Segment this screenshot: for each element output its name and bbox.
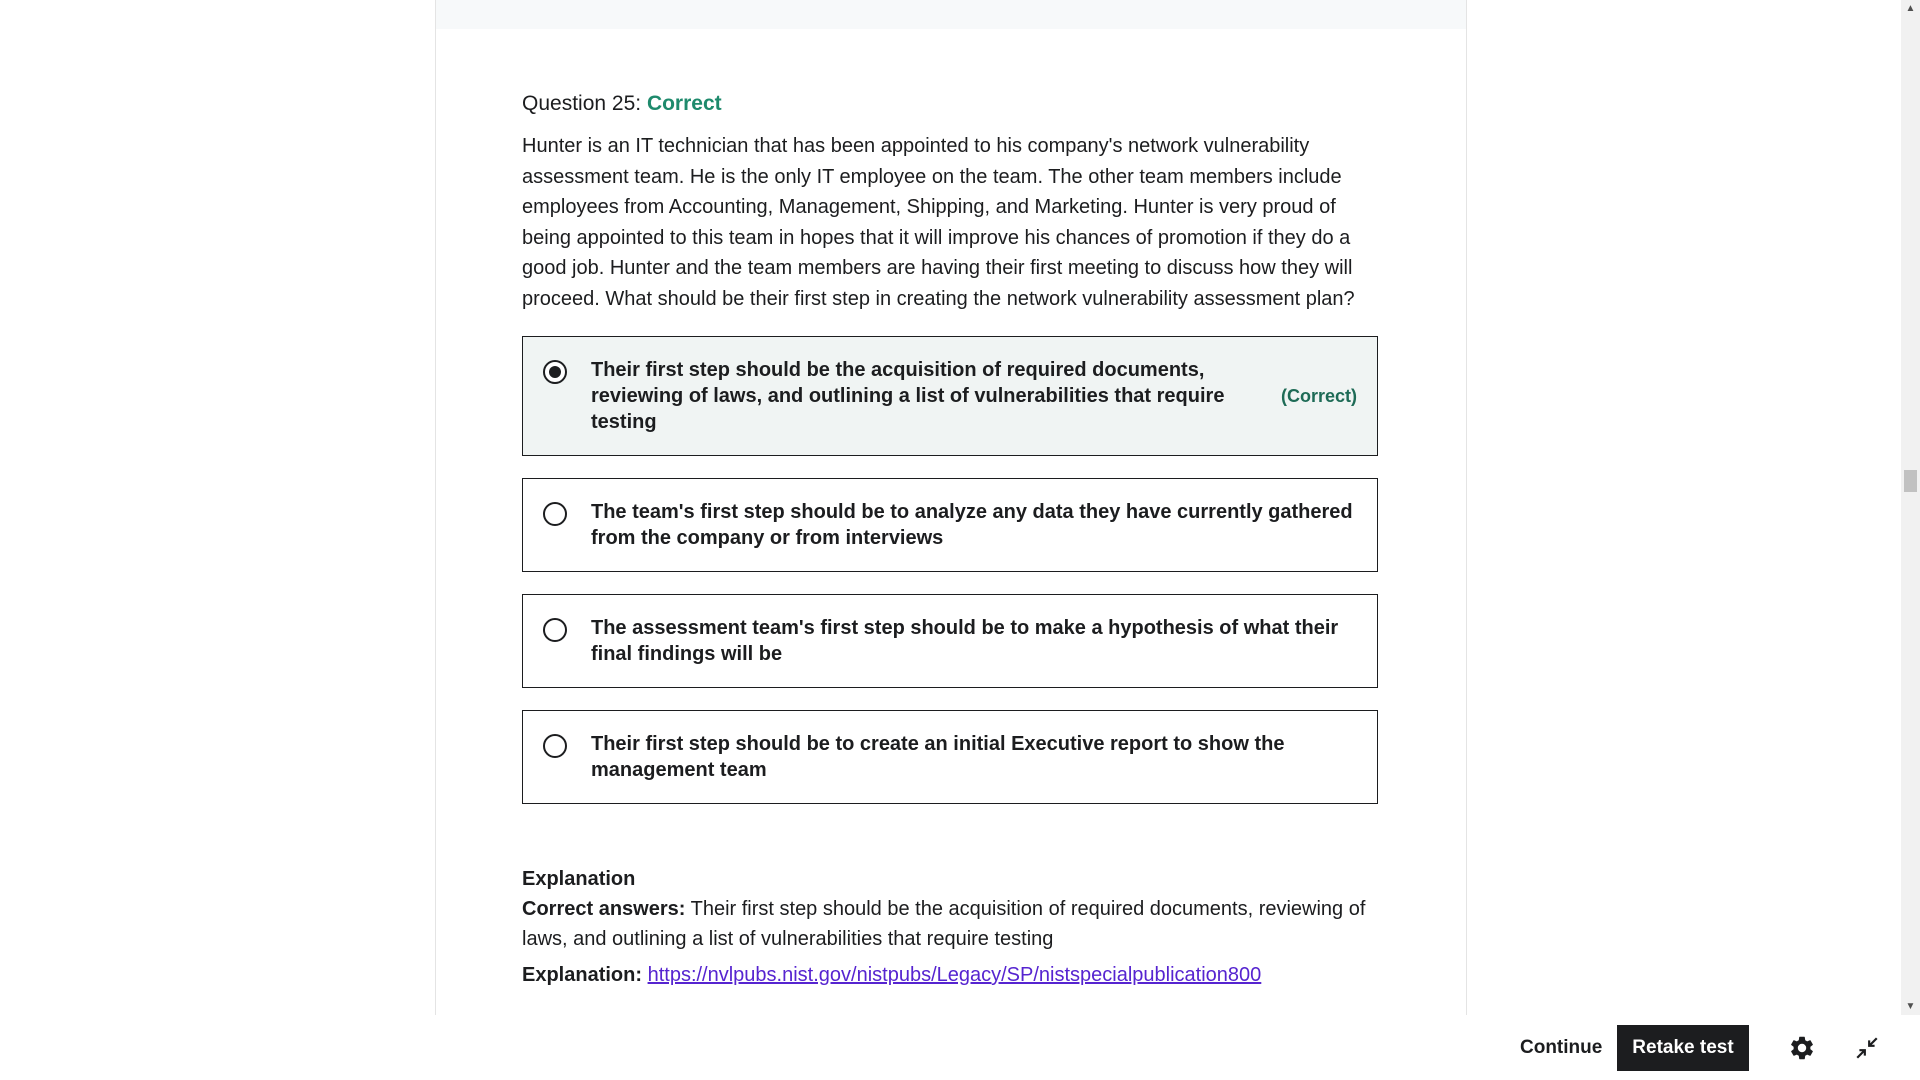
explanation-title: Explanation xyxy=(522,868,636,890)
answer-option-3[interactable]: The assessment team's first step should … xyxy=(522,594,1378,688)
explanation-line: Explanation: https://nvlpubs.nist.gov/ni… xyxy=(522,960,1378,990)
correct-answers-label: Correct answers: xyxy=(522,898,686,920)
continue-button[interactable]: Continue xyxy=(1508,1026,1614,1070)
correct-answers-line: Correct answers: Their first step should… xyxy=(522,894,1378,954)
radio-unselected-icon[interactable] xyxy=(543,734,567,758)
explanation-section: Explanation Correct answers: Their first… xyxy=(522,864,1378,990)
answer-option-2[interactable]: The team's first step should be to analy… xyxy=(522,478,1378,572)
gear-icon[interactable] xyxy=(1784,1030,1820,1066)
retake-test-button[interactable]: Retake test xyxy=(1617,1025,1749,1071)
answer-option-text: The assessment team's first step should … xyxy=(591,617,1339,665)
correct-tag: (Correct) xyxy=(1280,385,1357,406)
scroll-down-arrow-icon[interactable]: ▼ xyxy=(1901,998,1920,1015)
minimize-icon[interactable] xyxy=(1849,1030,1885,1066)
page-scrollbar[interactable]: ▲ ▼ xyxy=(1901,0,1920,1015)
card-header-strip xyxy=(436,0,1466,29)
scroll-up-arrow-icon[interactable]: ▲ xyxy=(1901,0,1920,17)
question-text: Hunter is an IT technician that has been… xyxy=(522,135,1355,310)
answer-option-text: Their first step should be the acquisiti… xyxy=(591,359,1225,433)
explanation-label: Explanation: xyxy=(522,964,643,986)
radio-selected-icon[interactable] xyxy=(543,360,567,384)
question-label: Question 25: xyxy=(522,92,642,115)
question-status: Correct xyxy=(646,92,722,115)
question-card: Question 25: Correct Hunter is an IT tec… xyxy=(435,0,1467,1015)
question-content: Question 25: Correct Hunter is an IT tec… xyxy=(522,90,1378,990)
answer-option-1[interactable]: Their first step should be the acquisiti… xyxy=(522,336,1378,456)
scroll-thumb[interactable] xyxy=(1904,470,1917,492)
radio-unselected-icon[interactable] xyxy=(543,618,567,642)
question-header: Question 25: Correct xyxy=(522,90,1378,118)
answer-option-4[interactable]: Their first step should be to create an … xyxy=(522,710,1378,804)
answer-option-text: The team's first step should be to analy… xyxy=(591,501,1353,549)
radio-unselected-icon[interactable] xyxy=(543,502,567,526)
answer-option-text: Their first step should be to create an … xyxy=(591,733,1285,781)
explanation-link[interactable]: https://nvlpubs.nist.gov/nistpubs/Legacy… xyxy=(648,964,1262,986)
